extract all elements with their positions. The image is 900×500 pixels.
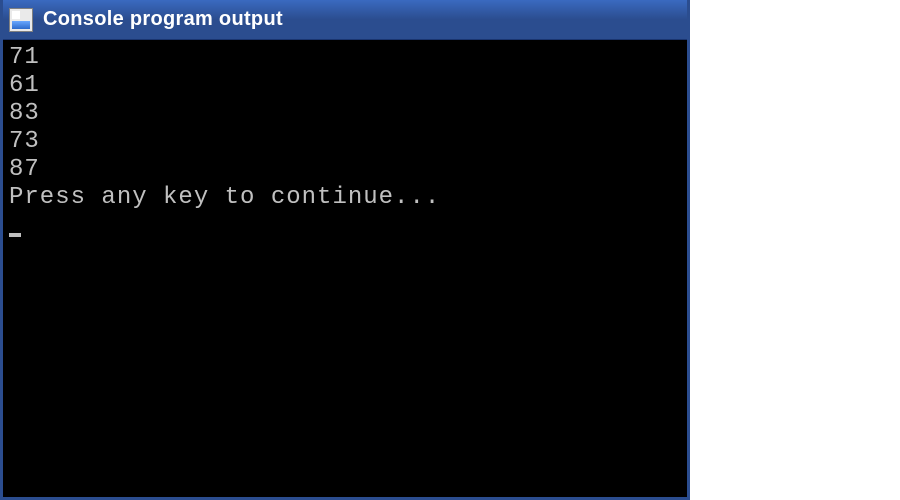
output-line: 71 <box>9 44 681 72</box>
titlebar[interactable]: Console program output <box>3 0 687 40</box>
output-line: 61 <box>9 72 681 100</box>
cursor-line <box>9 212 681 240</box>
console-window: Console program output 71 61 83 73 87 Pr… <box>0 0 690 500</box>
console-output[interactable]: 71 61 83 73 87 Press any key to continue… <box>3 40 687 497</box>
continue-prompt: Press any key to continue... <box>9 184 681 212</box>
empty-area <box>690 0 900 500</box>
cursor-icon <box>9 233 21 237</box>
app-icon <box>9 8 33 32</box>
output-line: 73 <box>9 128 681 156</box>
window-title: Console program output <box>43 8 283 31</box>
output-line: 87 <box>9 156 681 184</box>
output-line: 83 <box>9 100 681 128</box>
